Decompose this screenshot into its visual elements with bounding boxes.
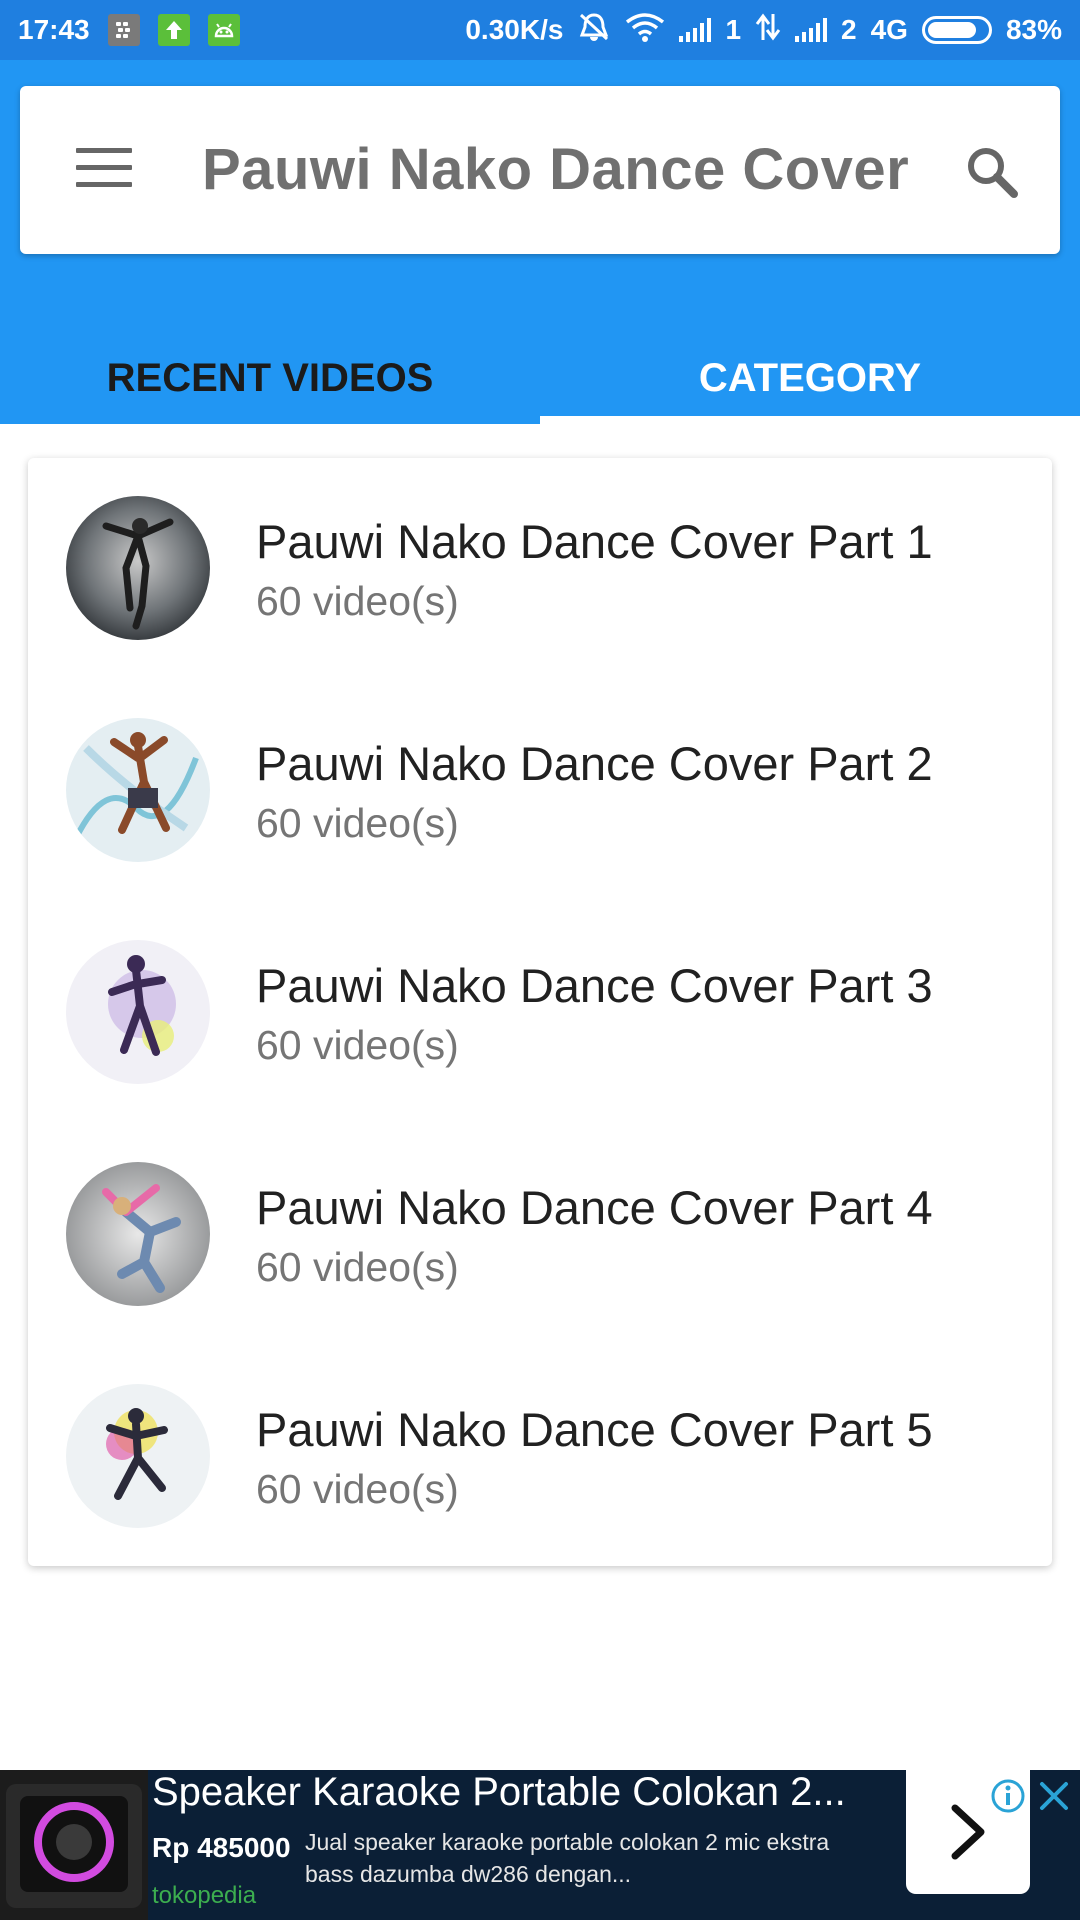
category-video-count: 60 video(s): [256, 1244, 459, 1290]
list-item[interactable]: Pauwi Nako Dance Cover Part 1 60 video(s…: [28, 458, 1052, 680]
search-bar[interactable]: Pauwi Nako Dance Cover: [20, 86, 1060, 254]
app-header: Pauwi Nako Dance Cover RECENT VIDEOS CAT…: [0, 60, 1080, 424]
status-time: 17:43: [18, 14, 90, 45]
wifi-icon: [625, 12, 665, 49]
category-video-count: 60 video(s): [256, 800, 459, 846]
network-type: 4G: [870, 14, 908, 45]
upload-icon: [157, 14, 190, 46]
category-thumbnail: [66, 940, 210, 1084]
ad-description: Jual speaker karaoke portable colokan 2 …: [305, 1829, 830, 1887]
category-title: Pauwi Nako Dance Cover Part 4: [256, 1181, 933, 1234]
signal-icon: [679, 18, 712, 42]
blackberry-messenger-icon: [107, 14, 140, 46]
category-video-count: 60 video(s): [256, 1466, 459, 1512]
category-thumbnail: [66, 1162, 210, 1306]
status-bar: 17:43 0.30K/s 1 2 4G 83%: [0, 0, 1080, 60]
signal-icon: [795, 18, 828, 42]
search-icon[interactable]: [964, 144, 1020, 200]
chevron-right-icon: [951, 1804, 985, 1860]
list-item[interactable]: Pauwi Nako Dance Cover Part 4 60 video(s…: [28, 1124, 1052, 1346]
ad-close-icon[interactable]: [1036, 1778, 1072, 1814]
category-thumbnail: [66, 496, 210, 640]
category-video-count: 60 video(s): [256, 578, 459, 624]
ad-product-image[interactable]: [0, 1770, 148, 1920]
tab-category[interactable]: CATEGORY: [540, 332, 1080, 424]
ad-headline[interactable]: Speaker Karaoke Portable Colokan 2...: [152, 1770, 846, 1815]
ad-price: Rp 485000: [152, 1832, 291, 1863]
sim2-label: 2: [841, 14, 857, 45]
battery-icon: [921, 16, 992, 44]
tab-bar: RECENT VIDEOS CATEGORY: [0, 332, 1080, 424]
page-title: Pauwi Nako Dance Cover: [202, 137, 910, 202]
android-icon: [207, 14, 240, 46]
category-thumbnail: [66, 1384, 210, 1528]
ad-source: tokopedia: [152, 1882, 257, 1909]
list-item[interactable]: Pauwi Nako Dance Cover Part 2 60 video(s…: [28, 680, 1052, 902]
category-title: Pauwi Nako Dance Cover Part 2: [256, 737, 933, 790]
alarm-off-icon: [577, 11, 611, 50]
ad-info-icon[interactable]: [990, 1778, 1026, 1814]
network-speed: 0.30K/s: [465, 14, 564, 45]
sim1-label: 1: [725, 14, 742, 45]
category-video-count: 60 video(s): [256, 1022, 459, 1068]
list-item[interactable]: Pauwi Nako Dance Cover Part 3 60 video(s…: [28, 902, 1052, 1124]
ad-banner[interactable]: Speaker Karaoke Portable Colokan 2... Rp…: [0, 1770, 1080, 1920]
category-title: Pauwi Nako Dance Cover Part 3: [256, 959, 933, 1012]
category-title: Pauwi Nako Dance Cover Part 5: [256, 1403, 933, 1456]
tab-recent-videos[interactable]: RECENT VIDEOS: [0, 332, 540, 424]
app-screen: 17:43 0.30K/s 1 2 4G 83% Pauwi Nako Danc…: [0, 0, 1080, 1920]
list-item[interactable]: Pauwi Nako Dance Cover Part 5 60 video(s…: [28, 1346, 1052, 1568]
hamburger-menu-icon[interactable]: [76, 148, 132, 188]
data-transfer-icon: [755, 12, 781, 49]
category-thumbnail: [66, 718, 210, 862]
battery-level: [927, 22, 977, 38]
category-title: Pauwi Nako Dance Cover Part 1: [256, 515, 933, 568]
category-list: Pauwi Nako Dance Cover Part 1 60 video(s…: [28, 458, 1052, 1566]
battery-percent: 83%: [1005, 14, 1062, 45]
